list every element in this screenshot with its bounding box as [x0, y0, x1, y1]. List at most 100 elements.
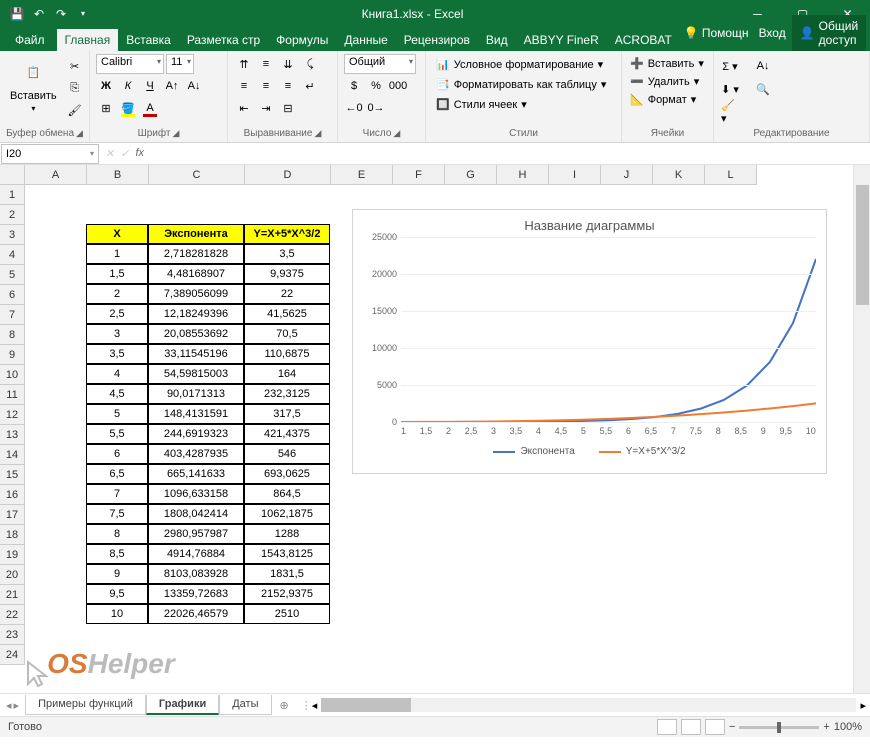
cell-D20[interactable]: 1831,5 [244, 564, 330, 584]
zoom-slider[interactable] [739, 726, 819, 729]
cell-B11[interactable]: 4,5 [86, 384, 148, 404]
fx-icon[interactable]: fx [135, 147, 144, 160]
tab-Данные[interactable]: Данные [336, 29, 395, 51]
col-header-A[interactable]: A [25, 165, 87, 185]
conditional-formatting-button[interactable]: 📊 Условное форматирование ▾ [432, 56, 610, 73]
sheet-tab-Примеры функций[interactable]: Примеры функций [25, 695, 146, 715]
tab-Главная[interactable]: Главная [57, 29, 119, 51]
row-header-14[interactable]: 14 [0, 445, 25, 465]
cell-B4[interactable]: 1 [86, 244, 148, 264]
col-header-E[interactable]: E [331, 165, 393, 185]
chart[interactable]: Название диаграммы 050001000015000200002… [352, 209, 827, 474]
name-box[interactable]: I20 [1, 144, 99, 164]
login-button[interactable]: Вход [755, 26, 790, 40]
autosum-button[interactable]: Σ ▾ [720, 56, 740, 76]
cell-B14[interactable]: 6 [86, 444, 148, 464]
row-header-16[interactable]: 16 [0, 485, 25, 505]
col-header-L[interactable]: L [705, 165, 757, 185]
row-header-6[interactable]: 6 [0, 285, 25, 305]
fill-color-button[interactable]: 🪣 [118, 98, 138, 118]
zoom-out-button[interactable]: − [729, 721, 735, 733]
cell-D5[interactable]: 9,9375 [244, 264, 330, 284]
col-header-B[interactable]: B [87, 165, 149, 185]
cell-C4[interactable]: 2,718281828 [148, 244, 244, 264]
align-bottom-button[interactable]: ⇊ [278, 54, 298, 74]
cell-D17[interactable]: 1062,1875 [244, 504, 330, 524]
row-header-5[interactable]: 5 [0, 265, 25, 285]
cell-B22[interactable]: 10 [86, 604, 148, 624]
tab-Рецензиров[interactable]: Рецензиров [396, 29, 478, 51]
cell-C7[interactable]: 12,18249396 [148, 304, 244, 324]
cell-C21[interactable]: 13359,72683 [148, 584, 244, 604]
cell-C17[interactable]: 1808,042414 [148, 504, 244, 524]
tab-Вставка[interactable]: Вставка [118, 29, 179, 51]
col-header-D[interactable]: D [245, 165, 331, 185]
col-header-H[interactable]: H [497, 165, 549, 185]
cell-C15[interactable]: 665,141633 [148, 464, 244, 484]
font-size-combo[interactable]: 11 [166, 54, 194, 74]
italic-button[interactable]: К [118, 76, 138, 96]
orientation-button[interactable]: ⤹ [300, 54, 320, 74]
copy-icon[interactable]: ⎘ [65, 78, 85, 98]
cell-C6[interactable]: 7,389056099 [148, 284, 244, 304]
cell-D6[interactable]: 22 [244, 284, 330, 304]
dialog-launcher-icon[interactable]: ◢ [76, 128, 83, 139]
hscroll-left-icon[interactable]: ◂ [312, 699, 318, 712]
cell-D15[interactable]: 693,0625 [244, 464, 330, 484]
tab-file[interactable]: Файл [3, 29, 57, 51]
chart-series-Экспонента[interactable] [401, 259, 816, 422]
undo-icon[interactable]: ↶ [32, 7, 46, 21]
cell-B5[interactable]: 1,5 [86, 264, 148, 284]
cell-C3[interactable]: Экспонента [148, 224, 244, 244]
cell-D10[interactable]: 164 [244, 364, 330, 384]
cell-D21[interactable]: 2152,9375 [244, 584, 330, 604]
page-break-view-button[interactable] [705, 719, 725, 735]
cell-C11[interactable]: 90,0171313 [148, 384, 244, 404]
row-header-15[interactable]: 15 [0, 465, 25, 485]
row-header-24[interactable]: 24 [0, 645, 25, 665]
row-header-12[interactable]: 12 [0, 405, 25, 425]
col-header-K[interactable]: K [653, 165, 705, 185]
format-painter-icon[interactable]: 🖌 [65, 100, 85, 120]
cell-C13[interactable]: 244,6919323 [148, 424, 244, 444]
cell-B13[interactable]: 5,5 [86, 424, 148, 444]
bold-button[interactable]: Ж [96, 76, 116, 96]
horizontal-scrollbar[interactable] [321, 698, 856, 712]
row-header-19[interactable]: 19 [0, 545, 25, 565]
decrease-decimal-button[interactable]: 0→ [366, 98, 386, 118]
vertical-scrollbar[interactable] [853, 165, 870, 693]
cell-D11[interactable]: 232,3125 [244, 384, 330, 404]
col-header-G[interactable]: G [445, 165, 497, 185]
worksheet-grid[interactable]: ABCDEFGHIJKL 123456789101112131415161718… [0, 165, 870, 693]
col-header-J[interactable]: J [601, 165, 653, 185]
row-header-18[interactable]: 18 [0, 525, 25, 545]
cell-B19[interactable]: 8,5 [86, 544, 148, 564]
cell-C16[interactable]: 1096,633158 [148, 484, 244, 504]
row-header-21[interactable]: 21 [0, 585, 25, 605]
increase-indent-button[interactable]: ⇥ [256, 98, 276, 118]
cell-B6[interactable]: 2 [86, 284, 148, 304]
cell-B9[interactable]: 3,5 [86, 344, 148, 364]
cell-B17[interactable]: 7,5 [86, 504, 148, 524]
row-header-11[interactable]: 11 [0, 385, 25, 405]
number-format-combo[interactable]: Общий [344, 54, 416, 74]
underline-button[interactable]: Ч [140, 76, 160, 96]
sheet-nav-last-icon[interactable]: ▸ [14, 699, 20, 712]
sheet-tab-Даты[interactable]: Даты [219, 695, 271, 715]
sort-filter-button[interactable]: A↓ [750, 56, 776, 76]
cell-B7[interactable]: 2,5 [86, 304, 148, 324]
cell-C10[interactable]: 54,59815003 [148, 364, 244, 384]
save-icon[interactable]: 💾 [10, 7, 24, 21]
chart-series-Y=X+5*X^3/2[interactable] [401, 403, 816, 422]
hscroll-right-icon[interactable]: ▸ [860, 699, 866, 712]
cell-D13[interactable]: 421,4375 [244, 424, 330, 444]
insert-cells-button[interactable]: ➕ Вставить ▾ [628, 56, 706, 71]
sheet-nav-first-icon[interactable]: ◂ [6, 699, 12, 712]
find-select-button[interactable]: 🔍 [750, 79, 776, 99]
cell-D3[interactable]: Y=X+5*X^3/2 [244, 224, 330, 244]
cell-styles-button[interactable]: 🔲 Стили ячеек ▾ [432, 96, 610, 113]
cell-D19[interactable]: 1543,8125 [244, 544, 330, 564]
tab-ABBYY FineR[interactable]: ABBYY FineR [516, 29, 607, 51]
normal-view-button[interactable] [657, 719, 677, 735]
cell-D9[interactable]: 110,6875 [244, 344, 330, 364]
